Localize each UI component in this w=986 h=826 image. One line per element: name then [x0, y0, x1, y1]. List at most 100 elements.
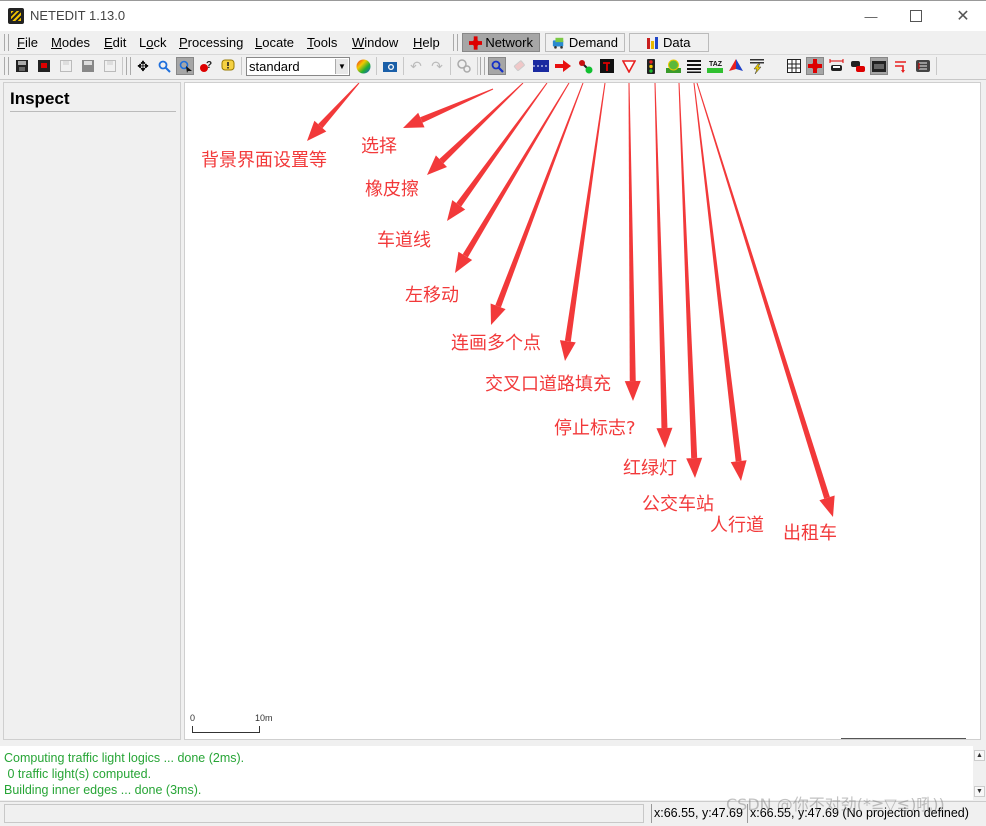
undo-button[interactable]: ↶ [407, 57, 425, 75]
minimize-button[interactable]: — [848, 1, 894, 31]
save-all-button[interactable] [35, 57, 53, 75]
toolbar-grip-modes[interactable] [480, 57, 485, 75]
menu-window[interactable]: Window [352, 35, 398, 50]
annotation-arrow-head [559, 340, 576, 361]
supermode-network-button[interactable]: Network [462, 33, 540, 52]
menu-tools[interactable]: Tools [307, 35, 337, 50]
menu-modes[interactable]: Modes [51, 35, 90, 50]
connection-icon [600, 59, 614, 73]
scroll-up-icon[interactable]: ▲ [974, 750, 985, 761]
mode-prohibition-button[interactable] [620, 57, 638, 75]
mode-select-button[interactable] [532, 57, 550, 75]
menu-processing[interactable]: Processing [179, 35, 243, 50]
arrow-right-icon [555, 60, 571, 72]
close-button[interactable]: ✕ [940, 1, 986, 31]
color-scheme-select[interactable]: standard ▼ [246, 57, 350, 76]
supermode-grip[interactable] [453, 34, 458, 51]
watermark: CSDN @你不对劲(*≧▽≦)吼)) [726, 795, 945, 814]
network-canvas[interactable]: 背景界面设置等 选择 橡皮擦 车道线 左移动 连画多个点 交叉口道路填充 停止标… [184, 82, 981, 740]
demand-icon [552, 37, 564, 49]
toggle-auto-connections-button[interactable] [892, 57, 910, 75]
edit-coloring-button[interactable] [354, 57, 372, 75]
messages-button[interactable] [219, 57, 237, 75]
mode-traffic-light-button[interactable] [642, 57, 660, 75]
locate-button[interactable] [155, 57, 173, 75]
menu-lock[interactable]: Lock [139, 35, 166, 50]
menu-help[interactable]: Help [413, 35, 440, 50]
mode-inspect-button[interactable] [488, 57, 506, 75]
inspect-view-button[interactable] [176, 57, 194, 75]
traffic-light-icon [647, 58, 655, 74]
camera-icon [383, 62, 397, 72]
inspect-panel-divider [10, 111, 176, 112]
chevron-down-icon[interactable]: ▼ [335, 59, 348, 74]
toggle-junction-shape-button[interactable] [806, 57, 824, 75]
help-button[interactable]: ? [197, 57, 215, 75]
title-bar: NETEDIT 1.13.0 — ✕ [0, 0, 986, 31]
mode-wire-button[interactable] [748, 57, 766, 75]
annotation-arrow-head [730, 460, 747, 481]
redo-button[interactable]: ↷ [428, 57, 446, 75]
log-line: 0 traffic light(s) computed. [4, 767, 152, 781]
annotation-label: 选择 [361, 136, 397, 157]
toolbar-grip-file[interactable] [4, 57, 9, 75]
edit-viewport-button[interactable] [381, 57, 399, 75]
supermode-demand-button[interactable]: Demand [545, 33, 625, 52]
toggle-vehicle-bounds-button[interactable] [827, 57, 845, 75]
supermode-network-label: Network [485, 35, 533, 50]
spread-lanes-icon [872, 60, 886, 72]
color-wheel-icon [356, 59, 370, 73]
menu-edit[interactable]: Edit [104, 35, 126, 50]
annotation-label: 停止标志? [554, 418, 636, 439]
toolbar-separator [936, 57, 937, 75]
annotation-arrow-head [455, 251, 473, 273]
log-scrollbar[interactable]: ▲ ▼ [973, 746, 986, 800]
menu-file[interactable]: File [17, 35, 38, 50]
supermode-data-button[interactable]: Data [629, 33, 709, 52]
mode-taz-button[interactable]: TAZ [706, 57, 724, 75]
annotation-arrow-shaft [693, 83, 742, 462]
save-demand-button[interactable] [79, 57, 97, 75]
toggle-grid-button[interactable] [785, 57, 803, 75]
toggle-merge-button[interactable] [914, 57, 932, 75]
annotation-arrow-shaft [439, 83, 524, 164]
data-icon [647, 37, 658, 49]
toolbar-separator [450, 57, 451, 75]
annotation-label: 红绿灯 [623, 458, 677, 479]
toolbar-separator [403, 57, 404, 75]
mode-connection-button[interactable] [598, 57, 616, 75]
toolbar-grip-nav[interactable] [126, 57, 131, 75]
menu-bar: File Modes Edit Lock Processing Locate T… [0, 31, 986, 55]
toggle-spread-lanes-button[interactable] [870, 57, 888, 75]
annotation-arrow-shaft [420, 88, 494, 123]
toolbar: ✥ ? standard ▼ ↶ ↷ TAZ [0, 54, 986, 80]
mode-delete-button[interactable] [510, 57, 528, 75]
annotation-arrows [307, 83, 835, 517]
mode-polygon-button[interactable] [727, 57, 745, 75]
save-additionals-button[interactable] [57, 57, 75, 75]
junction-icon [808, 59, 822, 73]
compute-network-button[interactable] [455, 57, 473, 75]
mode-create-edge-button[interactable] [576, 57, 594, 75]
bus-stop-icon [665, 59, 681, 73]
mode-additional-button[interactable] [664, 57, 682, 75]
mode-crossing-button[interactable] [685, 57, 703, 75]
save-data-button[interactable] [101, 57, 119, 75]
recenter-view-button[interactable]: ✥ [134, 57, 152, 75]
mode-move-button[interactable] [554, 57, 572, 75]
scroll-down-icon[interactable]: ▼ [974, 786, 985, 797]
toolbar-separator [376, 57, 377, 75]
network-icon [469, 35, 483, 50]
menu-locate[interactable]: Locate [255, 35, 294, 50]
save-network-button[interactable] [13, 57, 31, 75]
menubar-grip[interactable] [4, 34, 9, 51]
annotation-label: 出租车 [783, 523, 837, 544]
annotation-arrow-head [403, 112, 425, 128]
annotation-label: 交叉口道路填充 [485, 374, 611, 395]
maximize-icon [910, 10, 922, 22]
annotation-arrow-head [686, 457, 703, 478]
toggle-vehicle-spread-button[interactable] [849, 57, 867, 75]
toolbar-separator [477, 57, 478, 75]
maximize-button[interactable] [893, 1, 939, 31]
annotation-arrow-shaft [696, 83, 830, 499]
